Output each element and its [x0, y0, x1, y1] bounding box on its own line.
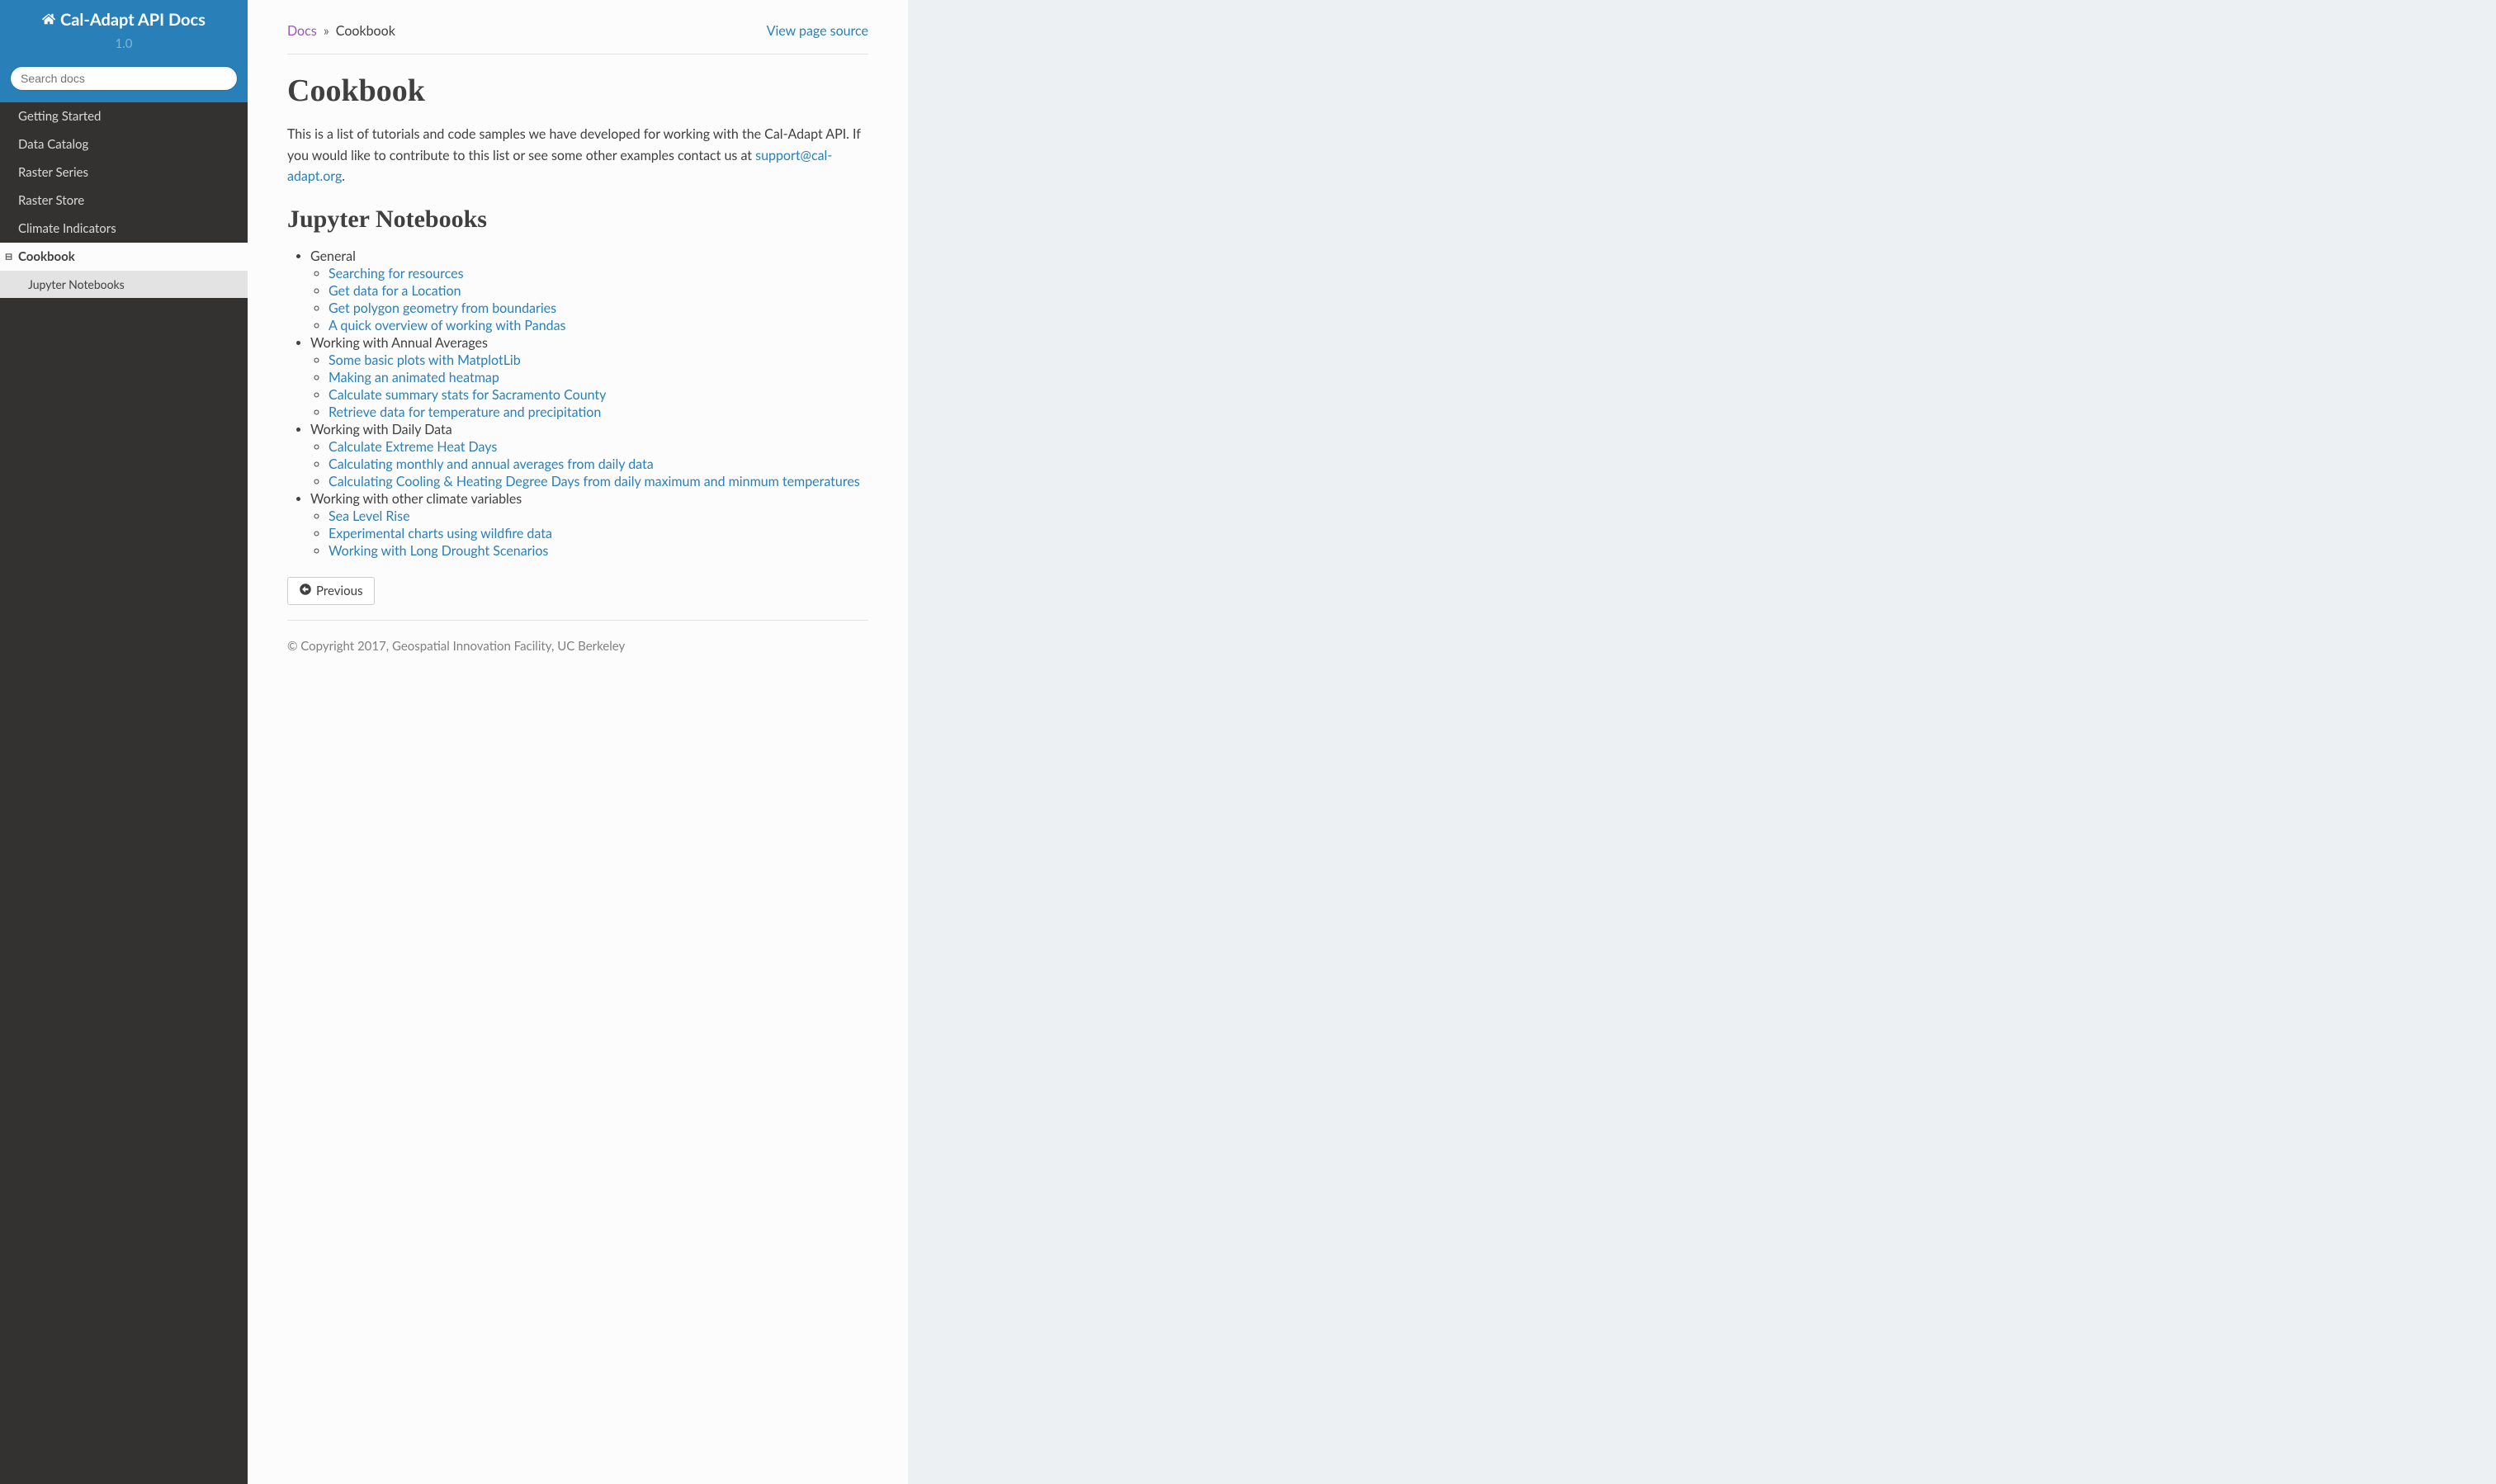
- notebook-link[interactable]: Making an animated heatmap: [329, 370, 499, 385]
- list-item: Making an animated heatmap: [329, 370, 868, 385]
- nav-current-label: Cookbook: [18, 249, 75, 264]
- notebook-link[interactable]: Calculating monthly and annual averages …: [329, 456, 654, 472]
- list-item: Calculating monthly and annual averages …: [329, 456, 868, 472]
- view-source-link[interactable]: View page source: [767, 23, 868, 39]
- list-item: Experimental charts using wildfire data: [329, 526, 868, 541]
- list-item: Working with other climate variablesSea …: [310, 491, 868, 559]
- notebook-link[interactable]: Get data for a Location: [329, 283, 461, 299]
- site-title: Cal-Adapt API Docs: [60, 10, 206, 30]
- list-item: Sea Level Rise: [329, 508, 868, 524]
- arrow-left-circle-icon: [300, 584, 311, 598]
- nav-item-current: ⊟ Cookbook Jupyter Notebooks: [0, 243, 248, 298]
- nav-item: Raster Store: [0, 187, 248, 215]
- nav-link-data-catalog[interactable]: Data Catalog: [0, 130, 248, 158]
- nav-item: Climate Indicators: [0, 215, 248, 243]
- breadcrumb-root[interactable]: Docs: [287, 23, 317, 39]
- home-icon: [42, 10, 55, 30]
- intro-paragraph: This is a list of tutorials and code sam…: [287, 124, 868, 187]
- nav-link-climate-indicators[interactable]: Climate Indicators: [0, 215, 248, 243]
- breadcrumb-page: Cookbook: [336, 23, 395, 39]
- notebook-link[interactable]: Calculate summary stats for Sacramento C…: [329, 387, 606, 403]
- link-list: Sea Level Rise Experimental charts using …: [329, 508, 868, 559]
- sidebar-header: Cal-Adapt API Docs 1.0: [0, 0, 248, 59]
- divider: [287, 620, 868, 621]
- site-title-link[interactable]: Cal-Adapt API Docs: [42, 10, 206, 30]
- category-label: Working with other climate variables: [310, 491, 522, 507]
- previous-label: Previous: [316, 584, 362, 598]
- category-label: Working with Annual Averages: [310, 335, 488, 351]
- notebook-link[interactable]: Calculating Cooling & Heating Degree Day…: [329, 474, 860, 489]
- list-item: Working with Annual AveragesSome basic p…: [310, 335, 868, 420]
- list-item: Retrieve data for temperature and precip…: [329, 404, 868, 420]
- list-item: Get polygon geometry from boundaries: [329, 300, 868, 316]
- notebook-link[interactable]: Get polygon geometry from boundaries: [329, 300, 556, 316]
- previous-button[interactable]: Previous: [287, 577, 375, 605]
- nav-link-getting-started[interactable]: Getting Started: [0, 102, 248, 130]
- nav-link-cookbook[interactable]: ⊟ Cookbook: [0, 243, 248, 271]
- breadcrumb: Docs » Cookbook: [287, 23, 395, 39]
- list-item: Calculate Extreme Heat Days: [329, 439, 868, 455]
- page-title: Cookbook: [287, 73, 868, 109]
- version-label: 1.0: [8, 36, 239, 51]
- list-item: A quick overview of working with Pandas: [329, 318, 868, 333]
- list-item: Working with Daily Data Calculate Extreme…: [310, 422, 868, 489]
- list-item: General Searching for resources Get data f…: [310, 248, 868, 333]
- notebook-link[interactable]: Retrieve data for temperature and precip…: [329, 404, 601, 420]
- list-item: Some basic plots with MatplotLib: [329, 352, 868, 368]
- notebook-link[interactable]: Sea Level Rise: [329, 508, 410, 524]
- link-list: Some basic plots with MatplotLib Making a…: [329, 352, 868, 420]
- notebook-link[interactable]: Working with Long Drought Scenarios: [329, 543, 548, 559]
- breadcrumb-sep: »: [324, 23, 329, 39]
- minus-square-icon: ⊟: [5, 252, 12, 262]
- nav-list: Getting Started Data Catalog Raster Seri…: [0, 102, 248, 298]
- list-item: Calculate summary stats for Sacramento C…: [329, 387, 868, 403]
- notebook-link[interactable]: Some basic plots with MatplotLib: [329, 352, 521, 368]
- category-label: General: [310, 248, 356, 264]
- nav-link-jupyter-notebooks[interactable]: Jupyter Notebooks: [0, 271, 248, 298]
- nav-subitem: Jupyter Notebooks: [0, 271, 248, 298]
- search-wrap: [0, 59, 248, 102]
- section-title: Jupyter Notebooks: [287, 206, 868, 234]
- copyright: © Copyright 2017, Geospatial Innovation …: [287, 639, 868, 654]
- nav-item: Getting Started: [0, 102, 248, 130]
- list-item: Searching for resources: [329, 266, 868, 281]
- nav-item: Raster Series: [0, 158, 248, 187]
- sidebar: Cal-Adapt API Docs 1.0 Getting Started D…: [0, 0, 248, 1484]
- link-list: Calculate Extreme Heat DaysCalculating m…: [329, 439, 868, 489]
- breadcrumb-row: Docs » Cookbook View page source: [287, 23, 868, 39]
- nav-item: Data Catalog: [0, 130, 248, 158]
- list-item: Calculating Cooling & Heating Degree Day…: [329, 474, 868, 489]
- notebook-link[interactable]: A quick overview of working with Pandas: [329, 318, 565, 333]
- search-input[interactable]: [10, 66, 238, 91]
- list-item: Working with Long Drought Scenarios: [329, 543, 868, 559]
- content: Docs » Cookbook View page source Cookboo…: [248, 0, 908, 687]
- notebook-link[interactable]: Experimental charts using wildfire data: [329, 526, 552, 541]
- link-list: Searching for resources Get data for a Lo…: [329, 266, 868, 333]
- notebooks-list: General Searching for resources Get data f…: [310, 248, 868, 559]
- notebook-link[interactable]: Calculate Extreme Heat Days: [329, 439, 497, 455]
- nav-link-raster-store[interactable]: Raster Store: [0, 187, 248, 215]
- intro-after: .: [342, 168, 345, 184]
- nav-sublist: Jupyter Notebooks: [0, 271, 248, 298]
- category-label: Working with Daily Data: [310, 422, 452, 437]
- list-item: Get data for a Location: [329, 283, 868, 299]
- notebook-link[interactable]: Searching for resources: [329, 266, 464, 281]
- main-area: Docs » Cookbook View page source Cookboo…: [248, 0, 908, 1484]
- nav-link-raster-series[interactable]: Raster Series: [0, 158, 248, 187]
